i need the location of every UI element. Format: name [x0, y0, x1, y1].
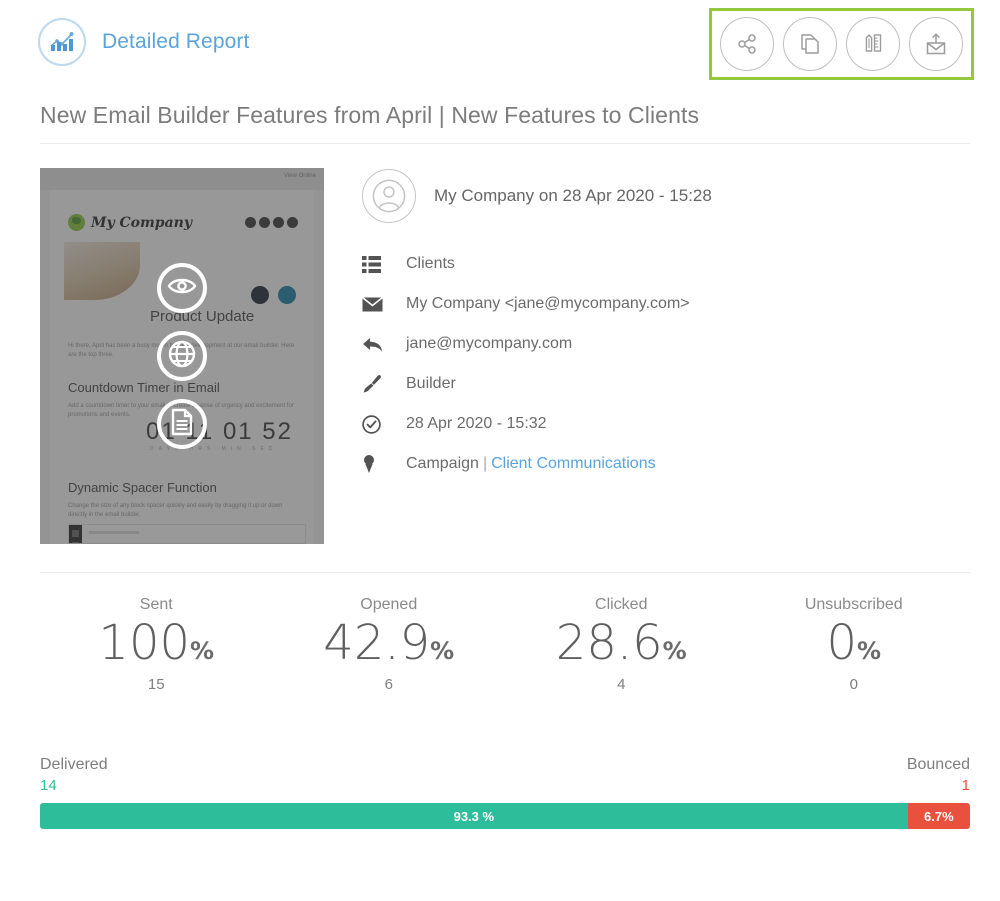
meta-row-sent-time: 28 Apr 2020 - 15:32: [362, 404, 962, 444]
stat-opened: Opened 42.9% 6: [273, 596, 506, 693]
stat-label: Sent: [139, 596, 173, 613]
sender-line: My Company on 28 Apr 2020 - 15:28: [434, 186, 712, 205]
view-html-button[interactable]: [157, 399, 207, 449]
detailed-report-page: Detailed Report New Email Builder Featur…: [0, 0, 1000, 901]
campaign-label: Campaign: [406, 455, 479, 472]
meta-list: Clients My Company <jane@mycompany.com>: [362, 244, 962, 484]
percent-symbol: %: [190, 637, 215, 665]
delivery-section: Delivered 14 Bounced 1 93.3 % 6.7%: [40, 756, 970, 829]
stat-label: Unsubscribed: [804, 596, 903, 613]
campaign-separator: |: [482, 455, 488, 472]
meta-row-list: Clients: [362, 244, 962, 284]
delivery-progress-bar: 93.3 % 6.7%: [40, 803, 970, 829]
stat-number: 28.6: [555, 615, 663, 671]
email-preview-thumbnail[interactable]: View Online My Company Produ: [40, 168, 324, 544]
meta-value-builder: Builder: [406, 375, 456, 392]
view-online-button[interactable]: [157, 331, 207, 381]
stat-value: 28.6%: [505, 618, 738, 668]
stat-unsubscribed: Unsubscribed 0% 0: [738, 596, 971, 693]
stat-number: 42.9: [323, 615, 431, 671]
stats-row: Sent 100% 15 Opened 42.9% 6 Clicked 28.6…: [40, 596, 970, 693]
bar-chart-trend-icon: [38, 18, 86, 66]
divider-middle: [40, 572, 970, 573]
sender-header: My Company on 28 Apr 2020 - 15:28: [362, 168, 962, 224]
stat-label: Clicked: [595, 596, 648, 613]
campaign-link[interactable]: Client Communications: [491, 455, 656, 472]
reply-arrow-icon: [362, 336, 406, 353]
preview-button[interactable]: [157, 263, 207, 313]
stat-clicked: Clicked 28.6% 4: [505, 596, 738, 693]
meta-row-campaign: Campaign | Client Communications: [362, 444, 962, 484]
share-nodes-icon: [735, 32, 759, 56]
email-details: My Company on 28 Apr 2020 - 15:28 Client…: [362, 168, 962, 484]
delivered-count: 14: [40, 777, 57, 794]
bounced-count: 1: [961, 777, 970, 794]
avatar: [362, 169, 416, 223]
meta-value-campaign: Campaign | Client Communications: [406, 455, 656, 473]
stat-value: 0%: [738, 618, 971, 668]
meta-value-reply-to: jane@mycompany.com: [406, 335, 573, 352]
document-icon: [170, 408, 194, 441]
copy-documents-icon: [798, 32, 822, 56]
delivery-headers: Delivered 14 Bounced 1: [40, 756, 970, 794]
send-button[interactable]: [909, 17, 963, 71]
meta-row-from: My Company <jane@mycompany.com>: [362, 284, 962, 324]
duplicate-button[interactable]: [783, 17, 837, 71]
meta-value-from: My Company <jane@mycompany.com>: [406, 295, 690, 312]
bounced-label: Bounced: [906, 756, 970, 773]
meta-value-sent-time: 28 Apr 2020 - 15:32: [406, 415, 547, 432]
page-header: Detailed Report: [0, 0, 1000, 88]
bounced-bar-segment[interactable]: 6.7%: [907, 803, 970, 829]
meta-row-builder: Builder: [362, 364, 962, 404]
map-pin-icon: [362, 454, 406, 474]
stat-value: 100%: [40, 618, 273, 668]
bounced-header: Bounced 1: [907, 756, 970, 794]
meta-value-list: Clients: [406, 255, 455, 272]
delivered-header: Delivered 14: [40, 756, 108, 794]
stat-count: 6: [384, 676, 393, 694]
preview-overlay: [40, 168, 324, 544]
edit-button[interactable]: [846, 17, 900, 71]
percent-symbol: %: [662, 637, 687, 665]
delivered-bar-segment[interactable]: 93.3 %: [40, 803, 908, 829]
eye-icon: [167, 275, 197, 302]
stat-number: 100: [98, 615, 191, 671]
percent-symbol: %: [857, 637, 882, 665]
share-button[interactable]: [720, 17, 774, 71]
meta-row-reply-to: jane@mycompany.com: [362, 324, 962, 364]
stat-count: 0: [849, 676, 858, 694]
stat-count: 4: [617, 676, 626, 694]
envelope-icon: [362, 296, 406, 312]
stat-count: 15: [147, 676, 165, 694]
list-icon: [362, 255, 406, 273]
stat-sent: Sent 100% 15: [40, 596, 273, 693]
envelope-upload-icon: [924, 32, 948, 56]
divider-top: [40, 143, 970, 144]
paintbrush-icon: [362, 374, 406, 394]
percent-symbol: %: [430, 637, 455, 665]
stat-label: Opened: [360, 596, 418, 613]
email-subject: New Email Builder Features from April | …: [40, 102, 700, 128]
pencil-ruler-icon: [861, 32, 885, 56]
brand: Detailed Report: [38, 18, 249, 66]
delivered-label: Delivered: [40, 756, 108, 773]
check-circle-icon: [362, 414, 406, 434]
action-toolbar: [709, 8, 974, 80]
globe-icon: [168, 340, 196, 373]
stat-value: 42.9%: [273, 618, 506, 668]
page-title: Detailed Report: [102, 30, 250, 53]
stat-number: 0: [826, 615, 857, 671]
